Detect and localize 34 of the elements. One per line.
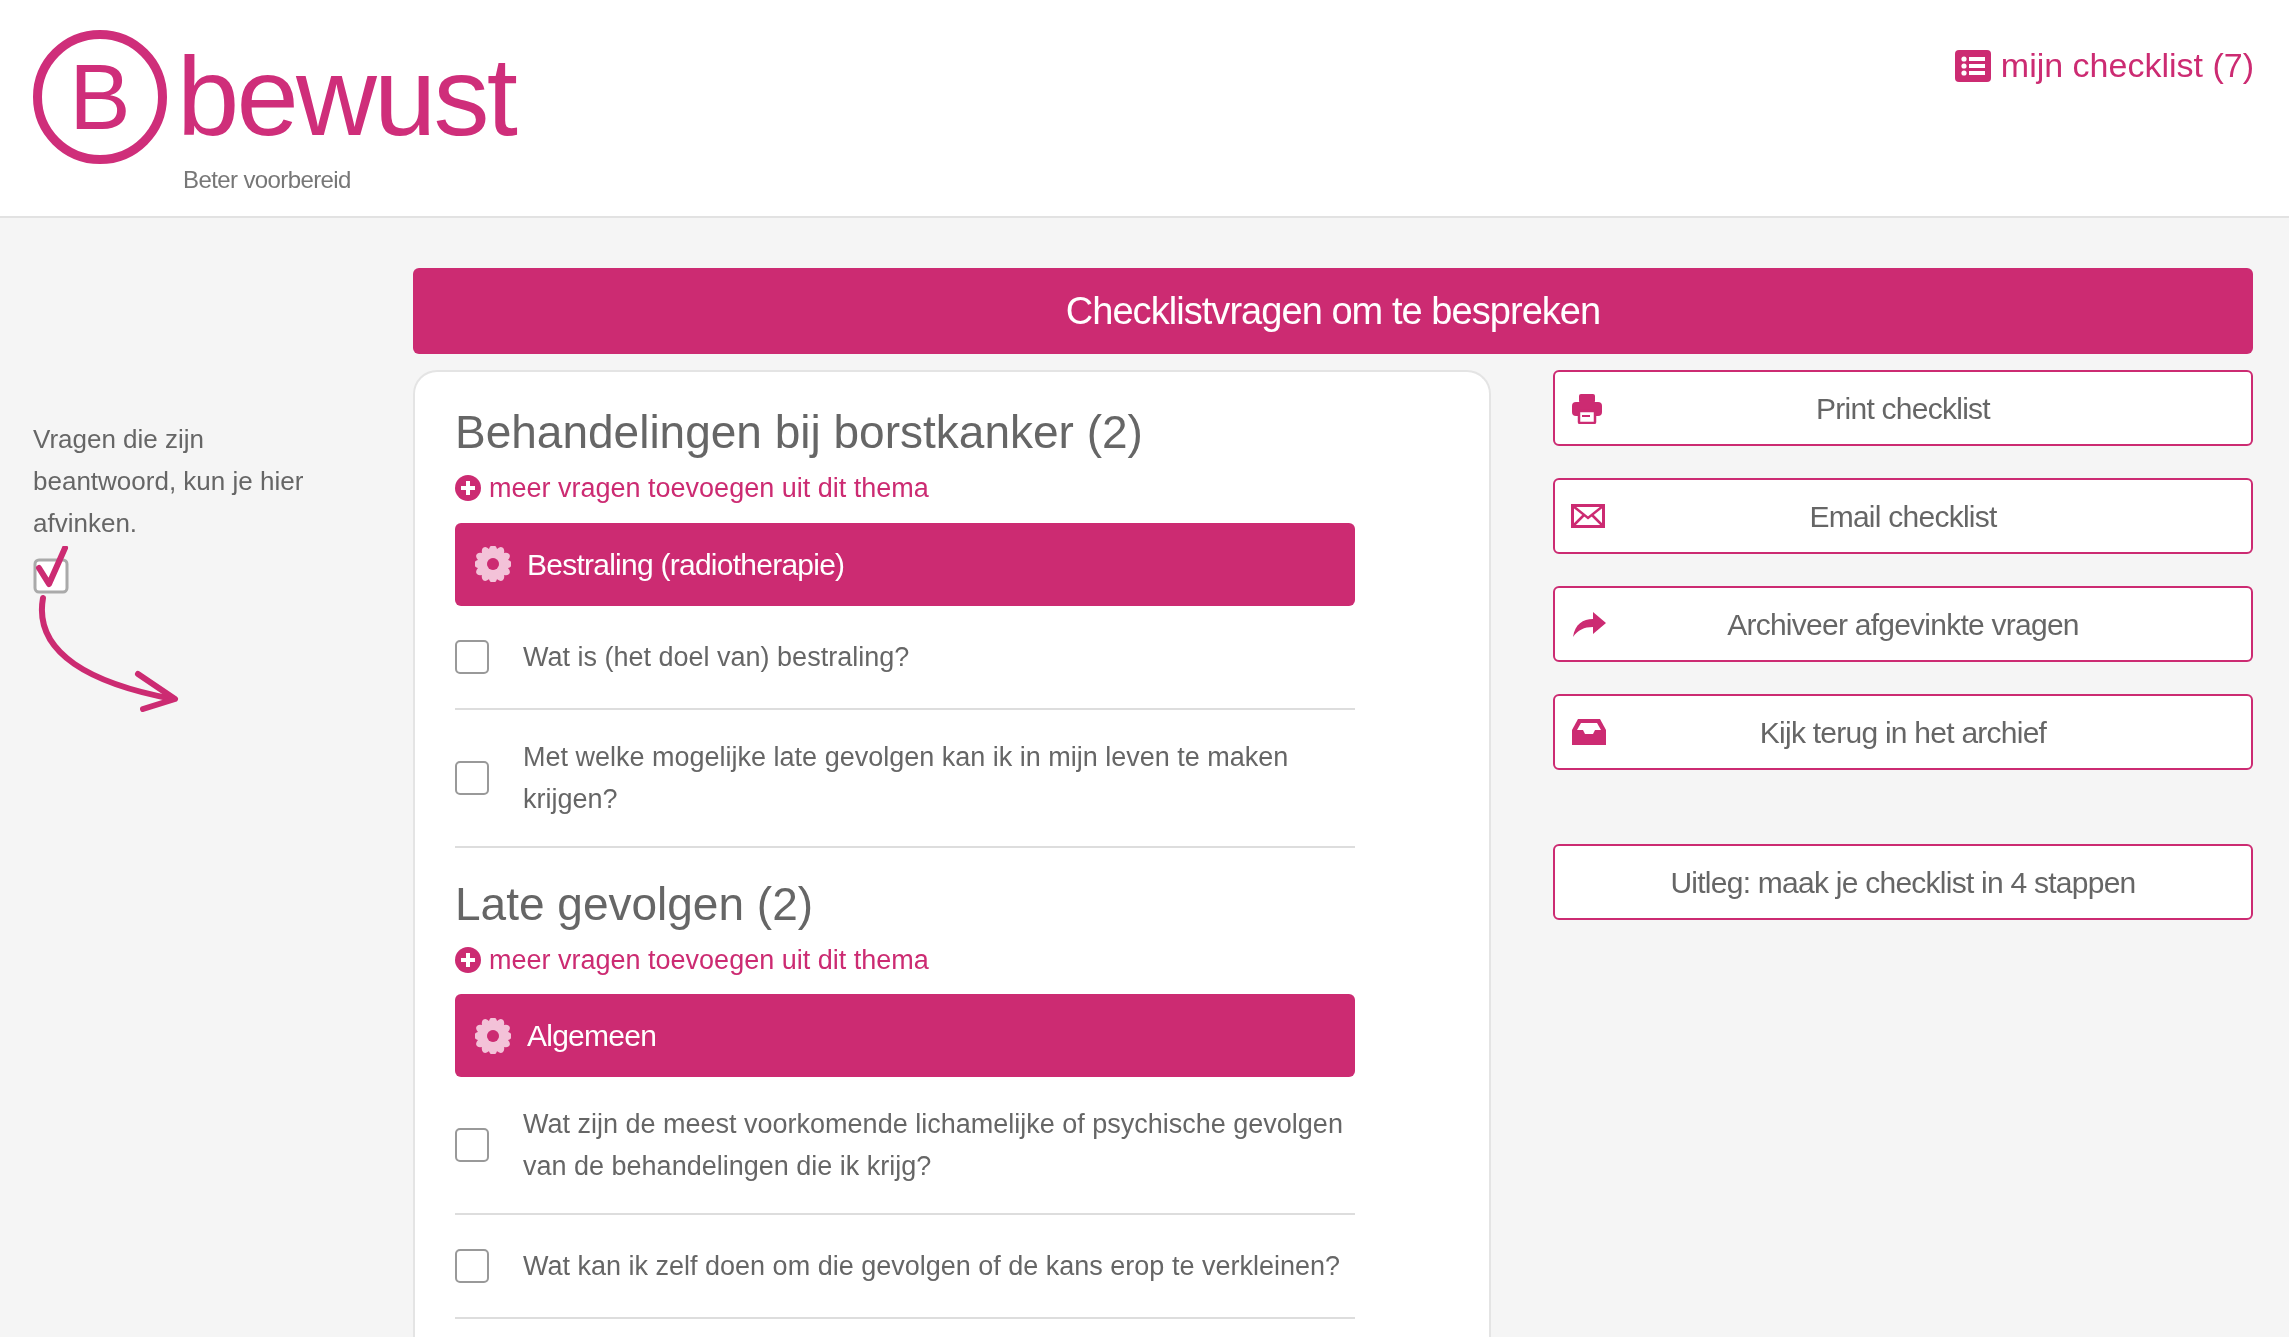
add-questions-link[interactable]: meer vragen toevoegen uit dit thema: [455, 468, 929, 509]
email-button[interactable]: Email checklist: [1553, 478, 2253, 554]
list-icon: [1954, 49, 1991, 82]
checkbox[interactable]: [455, 1249, 489, 1283]
print-button[interactable]: Print checklist: [1553, 370, 2253, 446]
question-text: Wat zijn de meest voorkomende lichamelijke of psychische gevolgen van de behandelingen die ik krijg?: [523, 1108, 1343, 1183]
flower-icon: [475, 1017, 511, 1054]
category-title: Bestraling (radiotherapie): [527, 546, 845, 583]
archive-button[interactable]: Archiveer afgevinkte vragen: [1553, 586, 2253, 662]
envelope-icon: [1571, 504, 1605, 528]
flower-icon: [475, 546, 511, 582]
hint-text: Vragen die zijn beantwoord, kun je hier afvinken.: [33, 423, 305, 540]
my-checklist-link[interactable]: mijn checklist (7): [1954, 40, 2254, 91]
section-title: Behandelingen bij borstkanker (2): [455, 405, 1144, 460]
question-text: Wat is (het doel van) bestraling?: [523, 640, 911, 674]
logo-wordmark: bewust: [177, 41, 516, 153]
tray-icon: [1571, 718, 1607, 746]
logo-tagline: Beter voorbereid: [183, 165, 352, 195]
plus-circle-icon: [455, 475, 481, 502]
plus-circle-icon: [455, 946, 481, 973]
printer-icon: [1571, 392, 1603, 424]
logo-mark: B: [33, 30, 167, 164]
question-text: Wat kan ik zelf doen om die gevolgen of de kans erop te verkleinen?: [523, 1250, 1341, 1283]
inbox-button[interactable]: Kijk terug in het archief: [1553, 694, 2253, 770]
share-arrow-icon: [1571, 610, 1607, 638]
banner-title: Checklistvragen om te bespreken: [413, 268, 2253, 354]
section-title: Late gevolgen (2): [455, 876, 815, 932]
add-questions-link[interactable]: meer vragen toevoegen uit dit thema: [455, 939, 929, 980]
checkbox[interactable]: [455, 639, 489, 674]
checkbox[interactable]: [455, 1128, 489, 1162]
question-text: Met welke mogelijke late gevolgen kan ik in mijn leven te maken krijgen?: [523, 740, 1290, 816]
checkbox[interactable]: [455, 760, 489, 795]
help-button[interactable]: Uitleg: maak je checklist in 4 stappen: [1553, 844, 2253, 920]
category-title: Algemeen: [527, 1018, 657, 1054]
